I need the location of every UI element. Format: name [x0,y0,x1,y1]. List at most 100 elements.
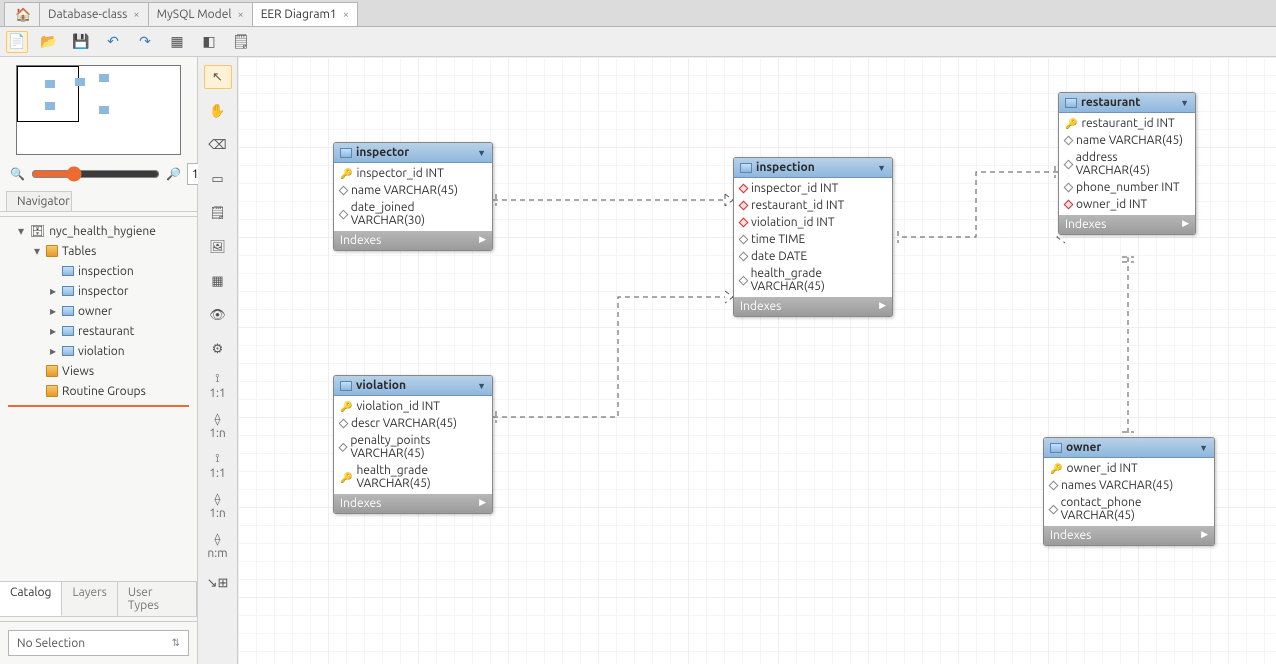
navigator-tab[interactable]: Navigator [6,191,72,211]
home-tab[interactable] [4,2,39,26]
rel-1-1-solid-tool[interactable]: ⟟1:1 [204,451,232,481]
expand-icon[interactable]: ▸ [48,344,58,358]
undo-button[interactable]: ↶ [102,31,124,53]
chevron-down-icon[interactable]: ▼ [877,163,886,173]
table-node-owner[interactable]: ▸owner [0,301,197,321]
diagram-canvas[interactable]: inspector▼ inspector_id INTname VARCHAR(… [238,57,1276,664]
eraser-tool[interactable]: ⌫ [204,133,232,157]
pane-divider[interactable] [0,616,197,622]
column-row[interactable]: violation_id INT [334,398,492,415]
column-row[interactable]: contact_phone VARCHAR(45) [1044,494,1214,524]
rel-1-n-dashed-tool[interactable]: ⟠1:n [204,411,232,441]
entity-restaurant[interactable]: restaurant▼ restaurant_id INTname VARCHA… [1058,92,1196,235]
catalog-tab-user-types[interactable]: User Types [118,582,197,616]
routine-tool[interactable]: ⚙ [204,337,232,361]
catalog-tab-layers[interactable]: Layers [62,582,117,616]
notes-button[interactable]: 🗒 [230,31,252,53]
column-row[interactable]: name VARCHAR(45) [334,182,492,199]
column-row[interactable]: descr VARCHAR(45) [334,415,492,432]
entity-violation[interactable]: violation▼ violation_id INTdescr VARCHAR… [333,375,493,514]
indexes-row[interactable]: Indexes▶ [734,297,892,316]
table-icon [62,286,74,296]
column-row[interactable]: phone_number INT [1059,179,1195,196]
column-row[interactable]: inspector_id INT [334,165,492,182]
open-button[interactable]: 📂 [38,31,60,53]
rel-1-1-dashed-tool[interactable]: ⟟1:1 [204,371,232,401]
entity-header[interactable]: inspection▼ [734,158,892,178]
entity-inspection[interactable]: inspection▼ inspector_id INTrestaurant_i… [733,157,893,317]
column-row[interactable]: restaurant_id INT [734,197,892,214]
chevron-down-icon[interactable]: ▼ [1180,98,1189,108]
view-tool[interactable]: 👁 [204,303,232,327]
expand-icon[interactable]: ▾ [16,224,26,238]
zoom-slider[interactable] [31,166,160,182]
rel-1-n-solid-tool[interactable]: ⟠1:n [204,491,232,521]
expand-icon[interactable]: ▸ [48,304,58,318]
column-row[interactable]: date DATE [734,248,892,265]
column-row[interactable]: owner_id INT [1059,196,1195,213]
canvas-area[interactable]: inspector▼ inspector_id INTname VARCHAR(… [238,57,1276,664]
table-node-restaurant[interactable]: ▸restaurant [0,321,197,341]
zoom-in-icon[interactable]: 🔎 [166,167,181,181]
indexes-row[interactable]: Indexes▶ [1059,215,1195,234]
column-row[interactable]: names VARCHAR(45) [1044,477,1214,494]
close-icon[interactable]: × [343,9,349,21]
entity-inspector[interactable]: inspector▼ inspector_id INTname VARCHAR(… [333,142,493,251]
new-file-button[interactable]: 📄 [6,31,28,53]
close-icon[interactable]: × [237,9,243,21]
indexes-row[interactable]: Indexes▶ [334,231,492,250]
expand-icon[interactable]: ▾ [32,244,42,258]
tables-node[interactable]: ▾Tables [0,241,197,261]
pointer-tool[interactable]: ↖ [204,65,232,89]
grid-button[interactable]: ▦ [166,31,188,53]
entity-header[interactable]: inspector▼ [334,143,492,163]
selection-combo[interactable]: No Selection⇅ [8,630,189,656]
column-row[interactable]: inspector_id INT [734,180,892,197]
views-node[interactable]: Views [0,361,197,381]
rel-n-m-tool[interactable]: ⟠n:m [204,531,232,561]
expand-icon[interactable]: ▸ [48,324,58,338]
column-row[interactable]: penalty_points VARCHAR(45) [334,432,492,462]
entity-header[interactable]: owner▼ [1044,438,1214,458]
tab-eer-diagram[interactable]: EER Diagram1× [252,2,358,26]
align-button[interactable]: ◧ [198,31,220,53]
column-row[interactable]: address VARCHAR(45) [1059,149,1195,179]
save-button[interactable]: 💾 [70,31,92,53]
expand-icon[interactable]: ▸ [48,284,58,298]
close-icon[interactable]: × [133,9,139,21]
image-tool[interactable]: 🖼 [204,235,232,259]
entity-owner[interactable]: owner▼ owner_id INTnames VARCHAR(45)cont… [1043,437,1215,546]
entity-header[interactable]: violation▼ [334,376,492,396]
column-row[interactable]: restaurant_id INT [1059,115,1195,132]
column-row[interactable]: date_joined VARCHAR(30) [334,199,492,229]
tab-database-class[interactable]: Database-class× [39,2,148,26]
column-row[interactable]: violation_id INT [734,214,892,231]
column-row[interactable]: name VARCHAR(45) [1059,132,1195,149]
column-row[interactable]: health_grade VARCHAR(45) [734,265,892,295]
table-node-inspection[interactable]: inspection [0,261,197,281]
tab-mysql-model[interactable]: MySQL Model× [148,2,252,26]
column-row[interactable]: health_grade VARCHAR(45) [334,462,492,492]
schema-node[interactable]: ▾nyc_health_hygiene [0,221,197,241]
minimap[interactable] [16,65,181,155]
redo-button[interactable]: ↷ [134,31,156,53]
minimap-viewport[interactable] [17,66,79,122]
routines-node[interactable]: Routine Groups [0,381,197,401]
zoom-out-icon[interactable]: 🔍 [10,167,25,181]
table-node-violation[interactable]: ▸violation [0,341,197,361]
entity-header[interactable]: restaurant▼ [1059,93,1195,113]
rel-existing-tool[interactable]: ↘⊞ [204,571,232,595]
column-row[interactable]: owner_id INT [1044,460,1214,477]
chevron-down-icon[interactable]: ▼ [477,381,486,391]
hand-tool[interactable]: ✋ [204,99,232,123]
chevron-down-icon[interactable]: ▼ [477,148,486,158]
catalog-tab-catalog[interactable]: Catalog [0,582,62,616]
table-node-inspector[interactable]: ▸inspector [0,281,197,301]
table-tool[interactable]: ▦ [204,269,232,293]
indexes-row[interactable]: Indexes▶ [1044,526,1214,545]
indexes-row[interactable]: Indexes▶ [334,494,492,513]
chevron-down-icon[interactable]: ▼ [1199,443,1208,453]
note-tool[interactable]: 🗒 [204,201,232,225]
layer-tool[interactable]: ▭ [204,167,232,191]
column-row[interactable]: time TIME [734,231,892,248]
